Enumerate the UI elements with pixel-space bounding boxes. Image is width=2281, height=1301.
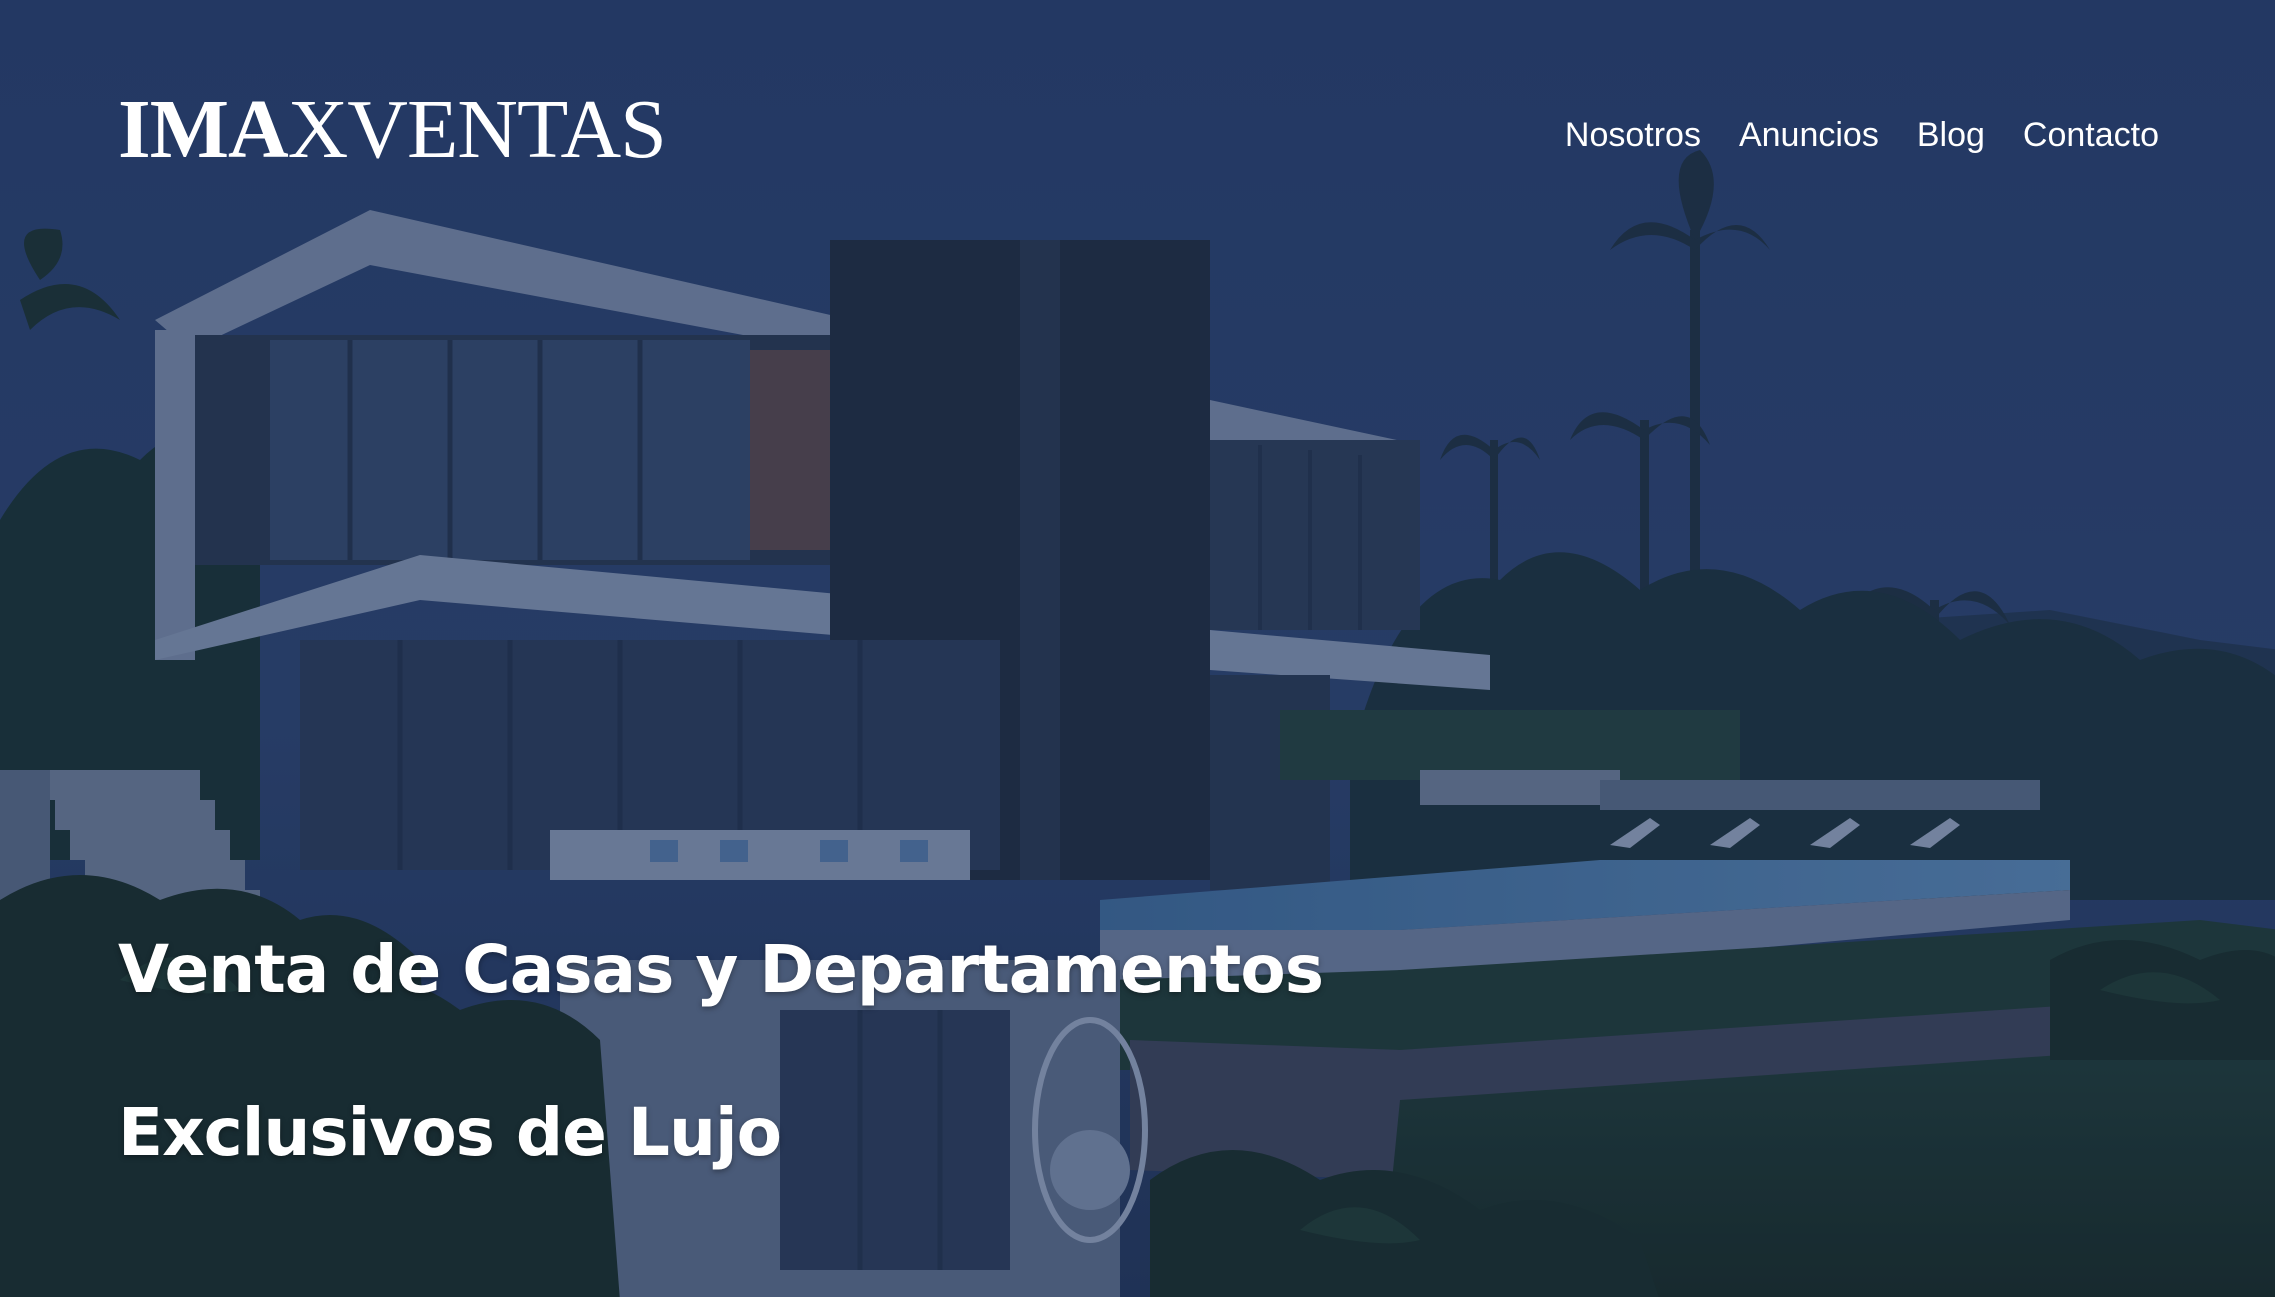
nav-link-contacto[interactable]: Contacto (2023, 112, 2159, 158)
page-edge-bottom (0, 1297, 2281, 1301)
logo-regular-text: XVENTAS (287, 83, 667, 176)
hero-headline-line1: Venta de Casas y Departamentos (118, 931, 1324, 1009)
page-edge-right (2275, 0, 2281, 1301)
hero-headline-line2: Exclusivos de Lujo (118, 1093, 782, 1171)
hero-section: IMAXVENTAS Nosotros Anuncios Blog Contac… (0, 0, 2281, 1301)
nav-link-blog[interactable]: Blog (1917, 112, 1985, 158)
main-navigation: Nosotros Anuncios Blog Contacto (1565, 112, 2159, 158)
brand-logo[interactable]: IMAXVENTAS (118, 82, 667, 178)
logo-bold-text: IMA (118, 83, 289, 176)
nav-link-anuncios[interactable]: Anuncios (1739, 112, 1879, 158)
nav-link-nosotros[interactable]: Nosotros (1565, 112, 1701, 158)
